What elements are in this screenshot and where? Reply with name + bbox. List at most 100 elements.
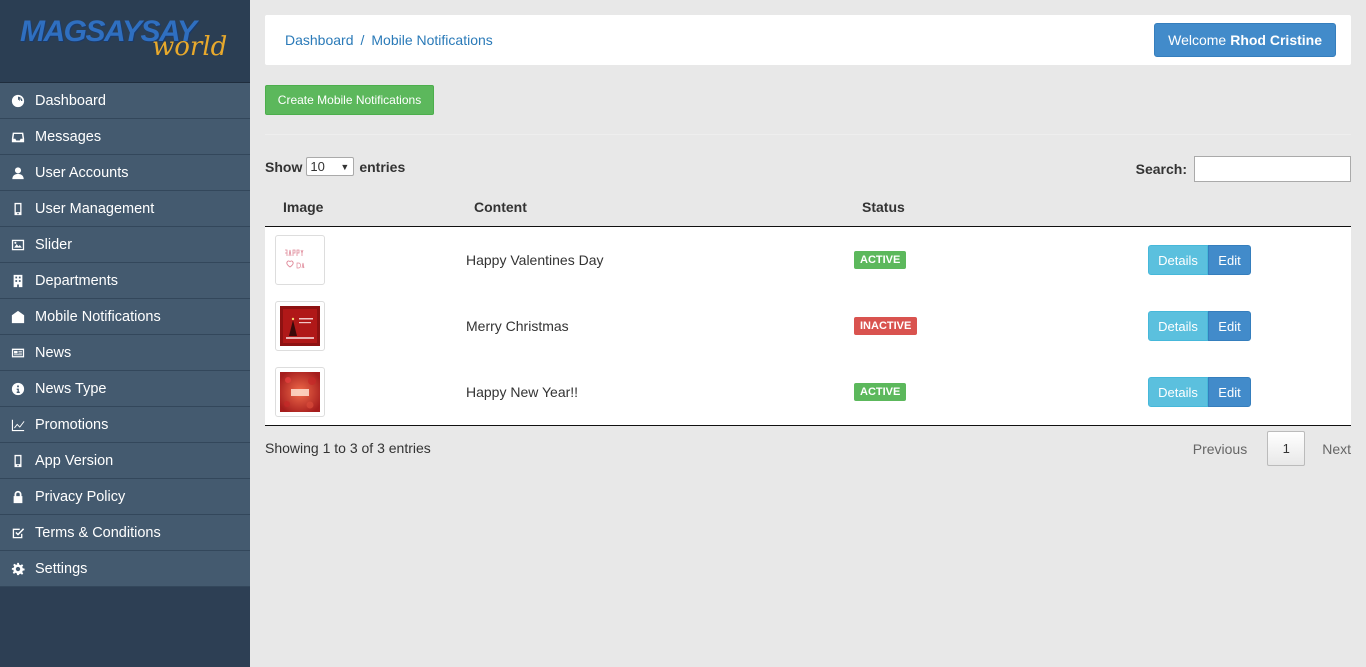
edit-check-icon [10, 526, 26, 540]
row-actions: Details Edit [1148, 311, 1251, 341]
sidebar-item-label: Mobile Notifications [35, 308, 161, 325]
dashboard-icon [10, 94, 26, 108]
sidebar-item-user-management[interactable]: User Management [0, 191, 250, 227]
top-bar: Dashboard / Mobile Notifications Welcome R… [265, 15, 1351, 65]
notification-content: Merry Christmas [466, 318, 569, 334]
page-size-select[interactable]: 10 ▼ [306, 157, 355, 176]
page-length-control: Show 10 ▼ entries [265, 157, 405, 176]
image-icon [10, 238, 26, 252]
brand-logo[interactable]: MAGSAYSAY world [0, 0, 250, 83]
sidebar-item-mobile-notifications[interactable]: Mobile Notifications [0, 299, 250, 335]
status-badge: INACTIVE [854, 317, 918, 335]
previous-button[interactable]: Previous [1193, 441, 1247, 457]
table-row: Happy Valentines Day ACTIVE Details Edit [265, 227, 1351, 293]
sidebar-item-label: Departments [35, 272, 119, 289]
sidebar-item-news[interactable]: News [0, 335, 250, 371]
page-size-value: 10 [310, 159, 325, 174]
sidebar-item-label: Privacy Policy [35, 488, 126, 505]
search-input[interactable] [1194, 156, 1351, 182]
christmas-image [280, 306, 320, 346]
row-actions: Details Edit [1148, 245, 1251, 275]
status-badge: ACTIVE [854, 251, 907, 269]
sidebar-item-news-type[interactable]: News Type [0, 371, 250, 407]
welcome-user-button[interactable]: Welcome Rhod Cristine [1154, 23, 1336, 57]
table-row: Happy New Year!! ACTIVE Details Edit [265, 359, 1351, 425]
edit-button[interactable]: Edit [1208, 245, 1251, 275]
sidebar-item-label: News Type [35, 380, 107, 397]
sidebar-item-terms-conditions[interactable]: Terms & Conditions [0, 515, 250, 551]
row-actions: Details Edit [1148, 377, 1251, 407]
inbox-icon [10, 130, 26, 144]
table-header: Image Content Status [265, 187, 1351, 227]
column-header-image[interactable]: Image [283, 199, 323, 215]
breadcrumb: Dashboard / Mobile Notifications [285, 32, 493, 48]
sidebar-item-slider[interactable]: Slider [0, 227, 250, 263]
gear-icon [10, 562, 26, 576]
edit-button[interactable]: Edit [1208, 377, 1251, 407]
create-mobile-notifications-button[interactable]: Create Mobile Notifications [265, 85, 434, 115]
next-button[interactable]: Next [1322, 441, 1351, 457]
notification-content: Happy Valentines Day [466, 252, 604, 268]
search-label: Search: [1135, 161, 1187, 177]
mobile-icon [10, 202, 26, 216]
sidebar-item-promotions[interactable]: Promotions [0, 407, 250, 443]
table-row: Merry Christmas INACTIVE Details Edit [265, 293, 1351, 359]
sidebar-item-app-version[interactable]: App Version [0, 443, 250, 479]
table-body: Happy Valentines Day ACTIVE Details Edit [265, 227, 1351, 426]
welcome-prefix: Welcome [1168, 32, 1227, 48]
info-icon [10, 382, 26, 396]
chevron-down-icon: ▼ [340, 161, 350, 172]
notification-thumbnail [275, 367, 325, 417]
sidebar-item-settings[interactable]: Settings [0, 551, 250, 587]
new-year-image [280, 372, 320, 412]
mobile-icon [10, 454, 26, 468]
search-control: Search: [1136, 156, 1351, 182]
column-header-content[interactable]: Content [474, 199, 527, 215]
notification-thumbnail [275, 235, 325, 285]
lock-icon [10, 490, 26, 504]
divider [265, 134, 1351, 135]
line-chart-icon [10, 418, 26, 432]
sidebar-item-label: Settings [35, 560, 88, 577]
sidebar: MAGSAYSAY world Dashboard Messages User … [0, 0, 250, 667]
column-header-status[interactable]: Status [862, 199, 905, 215]
entries-label: entries [359, 158, 406, 175]
edit-button[interactable]: Edit [1208, 311, 1251, 341]
sidebar-item-label: News [35, 344, 72, 361]
building-icon [10, 274, 26, 288]
details-button[interactable]: Details [1148, 377, 1208, 407]
sidebar-item-departments[interactable]: Departments [0, 263, 250, 299]
notifications-table: Image Content Status Happy Valentines Da… [265, 187, 1351, 426]
breadcrumb-current[interactable]: Mobile Notifications [371, 32, 492, 48]
status-badge: ACTIVE [854, 383, 907, 401]
sidebar-item-label: Slider [35, 236, 73, 253]
page-button-current[interactable]: 1 [1267, 431, 1306, 466]
sidebar-item-dashboard[interactable]: Dashboard [0, 83, 250, 119]
sidebar-item-privacy-policy[interactable]: Privacy Policy [0, 479, 250, 515]
details-button[interactable]: Details [1148, 311, 1208, 341]
user-icon [10, 166, 26, 180]
breadcrumb-separator: / [360, 32, 365, 48]
sidebar-nav: Dashboard Messages User Accounts User Ma… [0, 83, 250, 587]
show-label: Show [265, 158, 303, 175]
envelope-open-icon [10, 310, 26, 324]
table-info: Showing 1 to 3 of 3 entries [265, 440, 431, 456]
sidebar-item-messages[interactable]: Messages [0, 119, 250, 155]
brand-sub: world [152, 32, 228, 62]
newspaper-icon [10, 346, 26, 360]
sidebar-item-label: User Accounts [35, 164, 129, 181]
breadcrumb-dashboard[interactable]: Dashboard [285, 32, 354, 48]
pagination: Previous 1 Next [1193, 431, 1351, 466]
user-name: Rhod Cristine [1230, 32, 1322, 48]
sidebar-item-label: Dashboard [35, 92, 106, 109]
details-button[interactable]: Details [1148, 245, 1208, 275]
sidebar-item-user-accounts[interactable]: User Accounts [0, 155, 250, 191]
notification-content: Happy New Year!! [466, 384, 579, 400]
sidebar-item-label: Messages [35, 128, 102, 145]
sidebar-item-label: Terms & Conditions [35, 524, 161, 541]
sidebar-item-label: App Version [35, 452, 114, 469]
notification-thumbnail [275, 301, 325, 351]
sidebar-item-label: User Management [35, 200, 155, 217]
valentines-image [280, 240, 320, 280]
sidebar-item-label: Promotions [35, 416, 109, 433]
